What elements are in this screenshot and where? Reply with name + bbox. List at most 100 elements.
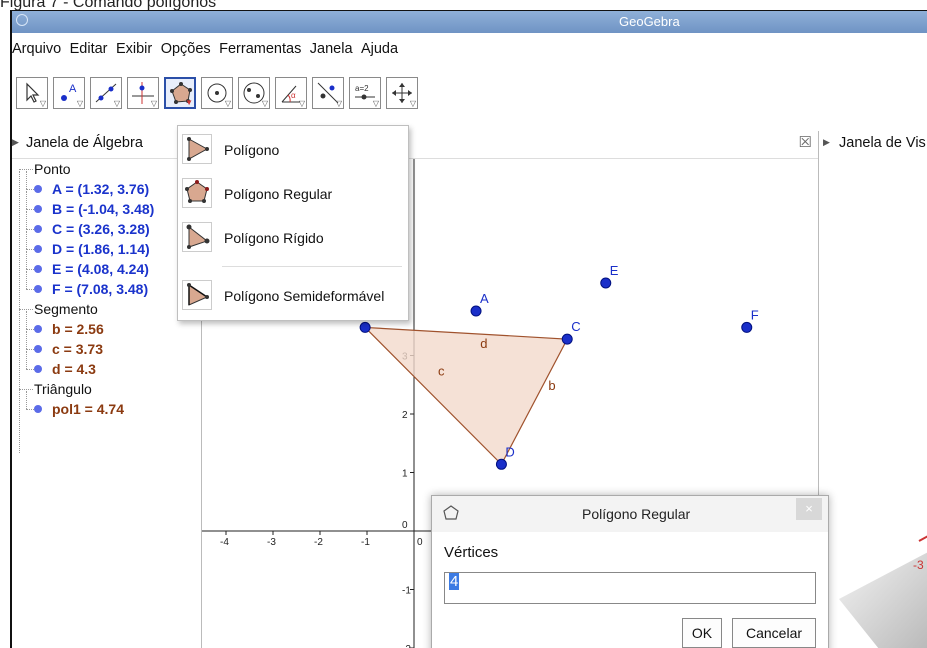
move-view-tool-button[interactable]: ▽ (386, 77, 418, 109)
line-tool-button[interactable]: ▽ (90, 77, 122, 109)
visibility-toggle-icon[interactable] (34, 225, 42, 233)
segment-label: b (548, 378, 555, 393)
menu-item-vector-polygon[interactable]: Polígono Semideformável (178, 276, 408, 316)
algebra-item[interactable]: b = 2.56 (52, 319, 104, 339)
app-icon (16, 14, 28, 26)
y-tick-label: 1 (402, 469, 408, 480)
menu-ferramentas[interactable]: Ferramentas (219, 41, 301, 57)
algebra-item[interactable]: c = 3.73 (52, 339, 103, 359)
menu-janela[interactable]: Janela (310, 41, 353, 57)
title-bar: GeoGebra (12, 11, 927, 33)
algebra-item[interactable]: d = 4.3 (52, 359, 96, 379)
algebra-item[interactable]: B = (-1.04, 3.48) (52, 199, 154, 219)
visibility-toggle-icon[interactable] (34, 345, 42, 353)
ok-button[interactable]: OK (682, 618, 722, 648)
svg-text:a=2: a=2 (355, 84, 369, 93)
menu-opcoes[interactable]: Opções (161, 41, 211, 57)
perpendicular-tool-button[interactable]: ▽ (127, 77, 159, 109)
point-e[interactable] (600, 277, 612, 289)
point-c[interactable] (561, 333, 573, 345)
cancel-button[interactable]: Cancelar (732, 618, 816, 648)
x-tick-label: -4 (220, 537, 229, 548)
svg-text:α: α (291, 91, 296, 100)
menu-item-rigid-polygon[interactable]: Polígono Rígido (178, 218, 408, 258)
visibility-toggle-icon[interactable] (34, 405, 42, 413)
vertices-input[interactable]: 4 (444, 572, 816, 604)
point-a[interactable] (470, 305, 482, 317)
algebra-view-title: Janela de Álgebra (26, 135, 143, 151)
algebra-category[interactable]: Segmento (34, 299, 98, 319)
3d-view-canvas[interactable]: -3 (819, 131, 927, 648)
point-d[interactable] (495, 458, 507, 470)
axis-tick-label: -3 (913, 558, 924, 572)
visibility-toggle-icon[interactable] (34, 205, 42, 213)
algebra-item[interactable]: D = (1.86, 1.14) (52, 239, 150, 259)
menu-editar[interactable]: Editar (70, 41, 108, 57)
vector-polygon-icon (187, 283, 209, 306)
move-tool-button[interactable]: ▽ (16, 77, 48, 109)
menu-item-polygon[interactable]: Polígono (178, 130, 408, 170)
algebra-item[interactable]: C = (3.26, 3.28) (52, 219, 150, 239)
dialog-title-bar: Polígono Regular × (432, 496, 828, 532)
polygon-tool-menu: Polígono Polígono Regular Polígono Rígid… (177, 125, 409, 321)
segment-label: c (438, 363, 445, 378)
regular-polygon-icon (443, 505, 459, 520)
point-label: C (571, 319, 580, 334)
menu-item-regular-polygon[interactable]: Polígono Regular (178, 174, 408, 214)
vertices-input-value: 4 (449, 573, 460, 590)
polygon-icon (187, 137, 209, 161)
regular-polygon-dialog: Polígono Regular × Vértices 4 OK Cancela… (431, 495, 829, 648)
svg-text:A: A (69, 83, 77, 95)
geogebra-window: GeoGebra Arquivo Editar Exibir Opções Fe… (10, 10, 927, 648)
algebra-item[interactable]: pol1 = 4.74 (52, 399, 124, 419)
visibility-toggle-icon[interactable] (34, 265, 42, 273)
x-tick-label: -3 (267, 537, 276, 548)
point-f[interactable] (741, 321, 753, 333)
menu-exibir[interactable]: Exibir (116, 41, 152, 57)
reflect-tool-button[interactable]: ▽ (312, 77, 344, 109)
rigid-polygon-icon (186, 224, 210, 249)
algebra-view-header: ▶ Janela de Álgebra (12, 131, 202, 159)
y-tick-label: 0 (402, 520, 408, 531)
x-tick-label: 0 (417, 537, 423, 548)
polygon-tool-button[interactable]: ▼ (164, 77, 196, 109)
close-view-icon[interactable]: ☒ (799, 133, 812, 151)
algebra-item[interactable]: F = (7.08, 3.48) (52, 279, 148, 299)
expand-arrow-icon[interactable]: ▶ (12, 137, 19, 148)
point-b[interactable] (359, 321, 371, 333)
algebra-view: Ponto A = (1.32, 3.76) B = (-1.04, 3.48) C … (12, 159, 202, 648)
visibility-toggle-icon[interactable] (34, 325, 42, 333)
menu-arquivo[interactable]: Arquivo (12, 41, 61, 57)
circle-tool-button[interactable]: ▽ (201, 77, 233, 109)
visibility-toggle-icon[interactable] (34, 365, 42, 373)
menu-bar: Arquivo Editar Exibir Opções Ferramentas… (12, 33, 927, 67)
algebra-item[interactable]: A = (1.32, 3.76) (52, 179, 149, 199)
conic-tool-button[interactable]: ▽ (238, 77, 270, 109)
triangle-pol1 (363, 326, 569, 466)
y-tick-label: 2 (402, 410, 408, 421)
toolbar: ▽ A ▽ ▽ ▽ ▼ ▽ ▽ α ▽ ▽ a=2 ▽ ▽ (12, 67, 927, 131)
visibility-toggle-icon[interactable] (34, 185, 42, 193)
visibility-toggle-icon[interactable] (34, 245, 42, 253)
point-tool-button[interactable]: A ▽ (53, 77, 85, 109)
point-label: F (751, 307, 759, 322)
close-icon[interactable]: × (796, 498, 822, 520)
tree-line (19, 171, 20, 453)
y-tick-label: -2 (402, 644, 411, 648)
visibility-toggle-icon[interactable] (34, 285, 42, 293)
slider-tool-button[interactable]: a=2 ▽ (349, 77, 381, 109)
regular-polygon-icon (185, 180, 209, 203)
point-label: D (505, 444, 514, 459)
x-tick-label: -2 (314, 537, 323, 548)
point-label: A (480, 291, 489, 306)
y-tick-label: -1 (402, 586, 411, 597)
dialog-title: Polígono Regular (582, 506, 691, 522)
algebra-item[interactable]: E = (4.08, 4.24) (52, 259, 149, 279)
menu-ajuda[interactable]: Ajuda (361, 41, 398, 57)
algebra-category[interactable]: Ponto (34, 159, 71, 179)
algebra-category[interactable]: Triângulo (34, 379, 92, 399)
angle-tool-button[interactable]: α ▽ (275, 77, 307, 109)
graphics-view-2: ▶ Janela de Vis -3 (818, 131, 927, 648)
segment-label: d (480, 336, 487, 351)
point-label: E (610, 263, 619, 278)
